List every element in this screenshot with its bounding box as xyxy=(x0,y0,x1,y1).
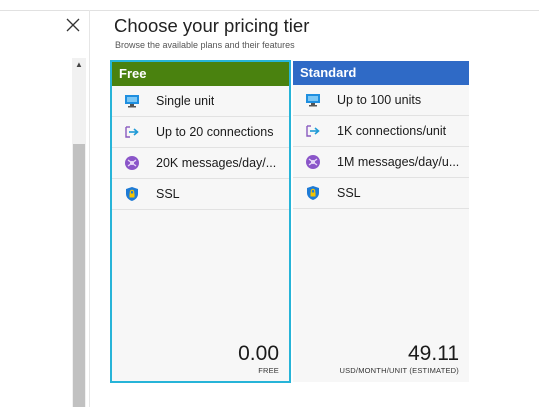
top-divider xyxy=(0,10,539,11)
tier-name: Standard xyxy=(293,61,469,85)
scroll-thumb[interactable] xyxy=(73,144,85,407)
page-title: Choose your pricing tier xyxy=(114,15,310,36)
feature-row: SSL xyxy=(112,179,289,210)
feature-row: Up to 20 connections xyxy=(112,117,289,148)
feature-text: SSL xyxy=(337,186,361,200)
messages-icon xyxy=(124,155,140,171)
scroll-up-arrow-icon[interactable]: ▲ xyxy=(72,58,86,72)
price-amount: 49.11 xyxy=(408,342,459,365)
price-block: 0.00 FREE xyxy=(238,342,279,375)
feature-text: 20K messages/day/... xyxy=(156,156,277,170)
feature-list: Single unit Up to 20 connections 20K mes… xyxy=(112,86,289,210)
ssl-icon xyxy=(124,186,140,202)
connections-icon xyxy=(305,123,321,139)
feature-list: Up to 100 units 1K connections/unit 1M m… xyxy=(293,85,469,209)
price-unit: USD/MONTH/UNIT (ESTIMATED) xyxy=(339,366,459,375)
feature-row: Single unit xyxy=(112,86,289,117)
feature-row: 1M messages/day/u... xyxy=(293,147,469,178)
connections-icon xyxy=(124,124,140,140)
feature-text: Up to 100 units xyxy=(337,93,422,107)
tier-card-free[interactable]: Free Single unit Up to 20 connections 20… xyxy=(110,60,291,383)
messages-icon xyxy=(305,154,321,170)
feature-text: 1K connections/unit xyxy=(337,124,447,138)
blade-divider xyxy=(89,10,90,407)
feature-row: 20K messages/day/... xyxy=(112,148,289,179)
feature-row: Up to 100 units xyxy=(293,85,469,116)
feature-text: Up to 20 connections xyxy=(156,125,274,139)
vertical-scrollbar[interactable]: ▲ xyxy=(72,58,86,407)
price-block: 49.11 USD/MONTH/UNIT (ESTIMATED) xyxy=(339,342,459,375)
price-unit: FREE xyxy=(258,366,279,375)
unit-icon xyxy=(305,92,321,108)
close-icon[interactable] xyxy=(64,16,82,34)
tier-name: Free xyxy=(112,62,289,86)
price-amount: 0.00 xyxy=(238,342,279,365)
tier-card-standard[interactable]: Standard Up to 100 units 1K connections/… xyxy=(293,61,469,382)
unit-icon xyxy=(124,93,140,109)
feature-row: 1K connections/unit xyxy=(293,116,469,147)
pricing-tier-blade: Choose your pricing tier Browse the avai… xyxy=(0,0,539,407)
feature-text: SSL xyxy=(156,187,180,201)
feature-row: SSL xyxy=(293,178,469,209)
ssl-icon xyxy=(305,185,321,201)
feature-text: Single unit xyxy=(156,94,215,108)
feature-text: 1M messages/day/u... xyxy=(337,155,460,169)
page-subtitle: Browse the available plans and their fea… xyxy=(115,40,295,50)
